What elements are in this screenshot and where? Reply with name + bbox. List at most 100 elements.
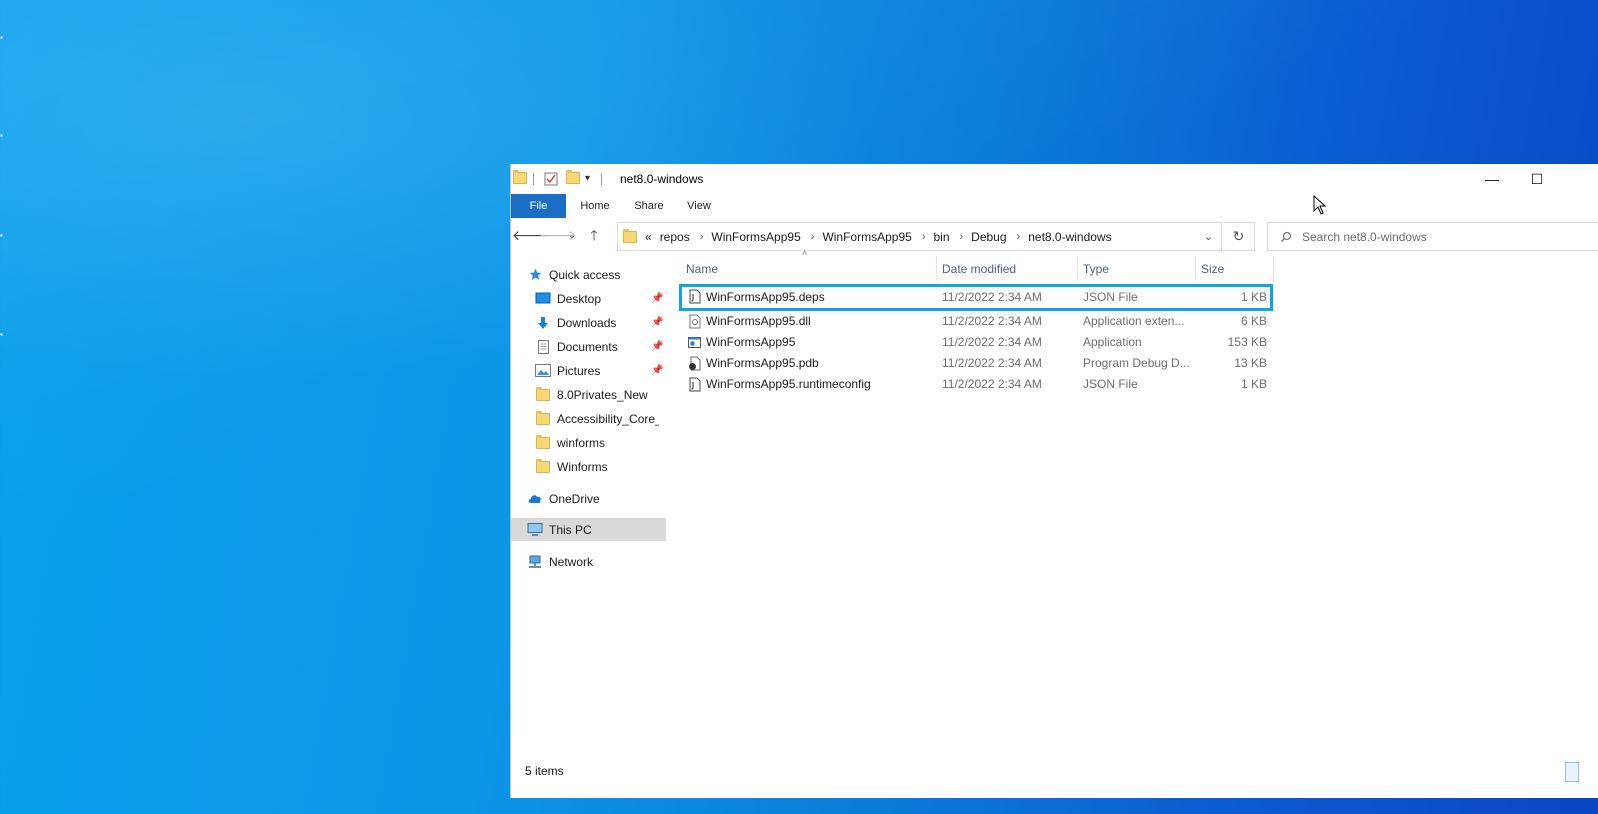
pin-icon: 📌 [651,317,664,328]
nav-folder-accessibility-core[interactable]: Accessibility_Core_A [511,407,666,430]
back-button[interactable]: 🡐 [512,226,550,244]
sort-ascending-icon: ˄ [802,248,808,258]
file-date: 11/2/2022 2:34 AM [942,377,1042,391]
breadcrumb-overflow[interactable]: « [645,230,652,244]
nav-onedrive[interactable]: OneDrive [511,487,666,510]
table-row[interactable]: WinFormsApp95.deps 11/2/2022 2:34 AM JSO… [679,284,1273,311]
desktop-icon [535,292,551,306]
breadcrumb-winformsapp95-inner[interactable]: WinFormsApp95 [822,230,911,244]
file-date: 11/2/2022 2:34 AM [942,356,1042,370]
network-icon [527,555,543,569]
cloud-icon [527,492,543,506]
file-name[interactable]: WinFormsApp95.pdb [706,353,819,374]
table-row[interactable]: WinFormsApp95.dll 11/2/2022 2:34 AM Appl… [679,311,1273,332]
table-row[interactable]: WinFormsApp95.pdb 11/2/2022 2:34 AM Prog… [679,353,1273,374]
address-row: 🡐 🡒 ⌄ 🡑 « repos › WinFormsApp95 › WinFor… [511,220,1598,251]
file-type: Application [1083,335,1142,349]
address-bar[interactable]: « repos › WinFormsApp95 › WinFormsApp95 … [617,222,1222,251]
nav-folder-winforms-2[interactable]: Winforms [511,455,666,478]
desktop-icon-edge[interactable]: ▪ [0,34,6,42]
file-type: Application exten... [1083,314,1185,328]
forward-button[interactable]: 🡒 [539,226,577,244]
nav-pictures[interactable]: Pictures 📌 [511,359,666,382]
pin-icon: 📌 [651,365,664,376]
window-title: net8.0-windows [620,172,704,186]
folder-icon [623,228,637,243]
file-date: 11/2/2022 2:34 AM [942,314,1042,328]
breadcrumb-winformsapp95[interactable]: WinFormsApp95 [711,230,800,244]
search-icon [1281,231,1292,242]
column-header-size[interactable]: Size [1201,256,1224,282]
column-header-type[interactable]: Type [1083,256,1109,282]
nav-desktop[interactable]: Desktop 📌 [511,287,666,310]
documents-icon [535,339,551,354]
navigation-pane: Quick access Desktop 📌 Downloads 📌 Docum… [511,256,666,766]
nav-network[interactable]: Network [511,550,666,573]
tab-share[interactable]: Share [623,194,675,218]
column-header-name[interactable]: Name [686,256,718,282]
separator [533,173,534,185]
nav-this-pc[interactable]: This PC [511,518,666,541]
nav-quick-access[interactable]: Quick access [511,263,666,286]
search-box[interactable]: Search net8.0-windows [1267,222,1598,251]
file-name[interactable]: WinFormsApp95.deps [706,287,825,308]
desktop-icon-edge[interactable]: ▪ [0,132,6,140]
chevron-right-icon[interactable]: › [700,231,704,243]
up-button[interactable]: 🡑 [585,226,603,244]
breadcrumb-net8-windows[interactable]: net8.0-windows [1028,230,1111,244]
column-divider[interactable] [1195,256,1196,282]
column-divider[interactable] [1273,256,1274,282]
folder-icon [535,386,551,402]
column-divider[interactable] [936,256,937,282]
desktop-icon-edge[interactable]: ▪ [0,331,6,339]
chevron-right-icon[interactable]: › [811,231,815,243]
customize-quick-access-icon[interactable]: ▾ [585,173,599,187]
table-row[interactable]: WinFormsApp95 11/2/2022 2:34 AM Applicat… [679,332,1273,353]
title-bar[interactable]: ▾ net8.0-windows — ☐ [511,164,1598,194]
file-date: 11/2/2022 2:34 AM [942,335,1042,349]
folder-icon [535,434,551,450]
breadcrumb-repos[interactable]: repos [660,230,690,244]
exe-file-icon [688,337,701,348]
refresh-button[interactable]: ↻ [1223,222,1255,251]
chevron-right-icon[interactable]: › [1017,231,1021,243]
file-name[interactable]: WinFormsApp95.runtimeconfig [706,374,871,395]
search-input[interactable]: Search net8.0-windows [1302,230,1427,244]
pin-icon: 📌 [651,341,664,352]
file-name[interactable]: WinFormsApp95.dll [706,311,811,332]
chevron-down-icon[interactable]: ⌄ [1204,230,1213,243]
minimize-button[interactable]: — [1469,164,1515,194]
mouse-cursor-icon [1313,195,1327,215]
nav-folder-winforms[interactable]: winforms [511,431,666,454]
file-size: 1 KB [1240,290,1267,304]
nav-documents[interactable]: Documents 📌 [511,335,666,358]
breadcrumb-debug[interactable]: Debug [971,230,1006,244]
tab-view[interactable]: View [675,194,723,218]
file-type: Program Debug D... [1083,356,1190,370]
folder-icon [535,458,551,474]
maximize-button[interactable]: ☐ [1514,164,1560,194]
column-header-date-modified[interactable]: Date modified [942,256,1016,282]
view-toggle-details-button[interactable] [1565,762,1579,782]
json-file-icon [689,377,701,392]
properties-icon[interactable] [544,172,558,186]
tab-home[interactable]: Home [567,194,623,218]
status-item-count: 5 items [525,764,564,778]
column-divider[interactable] [1077,256,1078,282]
tab-file[interactable]: File [511,194,566,218]
file-size: 153 KB [1227,335,1267,349]
table-row[interactable]: WinFormsApp95.runtimeconfig 11/2/2022 2:… [679,374,1273,395]
breadcrumb-bin[interactable]: bin [933,230,949,244]
nav-folder-8-0privates-new[interactable]: 8.0Privates_New [511,383,666,406]
nav-downloads[interactable]: Downloads 📌 [511,311,666,334]
new-folder-icon[interactable] [566,170,580,186]
desktop-icon-edge[interactable]: ▪ [0,232,6,240]
file-explorer-window: ▾ net8.0-windows — ☐ File Home Share Vie… [510,164,1598,798]
file-type: JSON File [1083,290,1138,304]
chevron-right-icon[interactable]: › [922,231,926,243]
recent-locations-button[interactable]: ⌄ [563,226,581,244]
file-name[interactable]: WinFormsApp95 [706,332,795,353]
chevron-right-icon[interactable]: › [960,231,964,243]
pdb-file-icon [689,356,701,371]
downloads-icon [535,316,551,330]
